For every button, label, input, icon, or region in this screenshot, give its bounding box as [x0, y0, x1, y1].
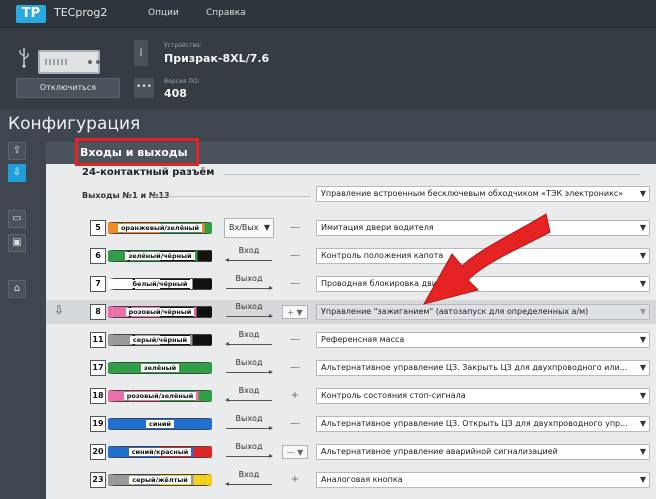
annotation-arrow-icon [422, 213, 551, 305]
